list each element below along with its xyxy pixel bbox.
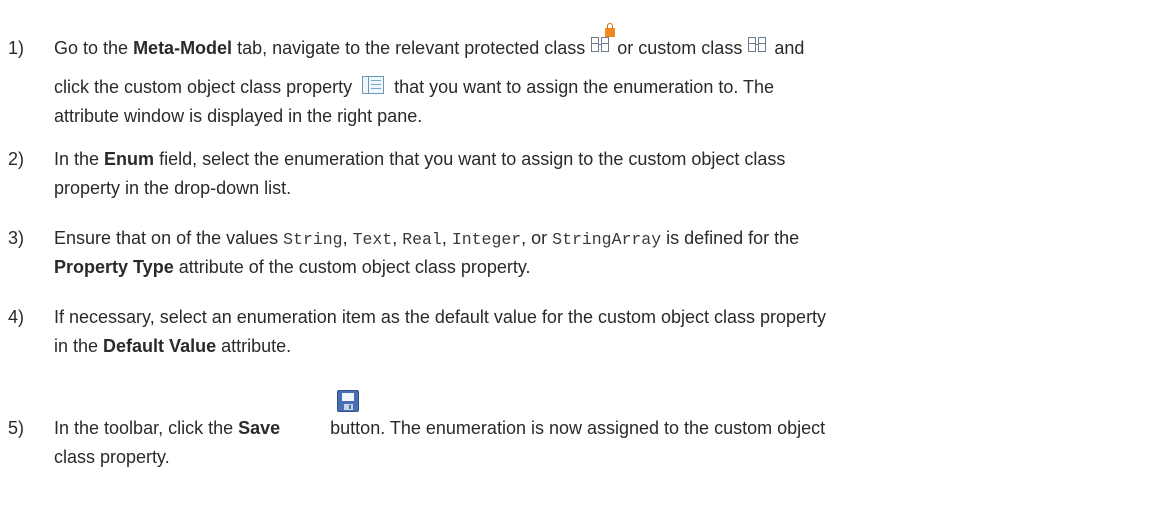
meta-model-tab-name: Meta-Model (133, 38, 233, 58)
step-2-line-1: In the Enum field, select the enumeratio… (54, 149, 786, 169)
custom-object-class-property-icon (362, 76, 385, 95)
step-3-line-1: Ensure that on of the values String, Tex… (54, 228, 800, 249)
value-integer: Integer (451, 230, 522, 249)
step-3-line-2: Property Type attribute of the custom ob… (54, 257, 531, 277)
custom-class-icon (748, 36, 768, 53)
step-number: 1) (8, 38, 25, 58)
step-2-line-2: property in the drop-down list. (54, 178, 292, 198)
value-text: Text (352, 230, 393, 249)
save-icon (337, 390, 359, 412)
step-number: 4) (8, 307, 25, 327)
value-stringarray: StringArray (552, 230, 662, 249)
step-1-line-1: Go to the Meta-Model tab, navigate to th… (54, 22, 804, 62)
step-1-line-3: attribute window is displayed in the rig… (54, 106, 423, 126)
step-number: 2) (8, 149, 25, 169)
value-real: Real (402, 230, 442, 249)
enum-field-name: Enum (104, 149, 155, 169)
step-5-line-1: In the toolbar, click the Save button. Th… (54, 390, 825, 442)
step-4-line-1: If necessary, select an enumeration item… (54, 307, 827, 327)
step-4-line-2: in the Default Value attribute. (54, 336, 292, 356)
step-5-line-2: class property. (54, 447, 170, 467)
step-number: 5) (8, 418, 25, 438)
protected-class-icon (591, 22, 616, 53)
step-number: 3) (8, 228, 25, 248)
value-string: String (283, 230, 343, 249)
step-1-line-2: click the custom object class property th… (54, 76, 775, 97)
default-value-attribute-name: Default Value (103, 336, 217, 356)
property-type-attribute-name: Property Type (54, 257, 174, 277)
save-button-name: Save (238, 418, 281, 438)
